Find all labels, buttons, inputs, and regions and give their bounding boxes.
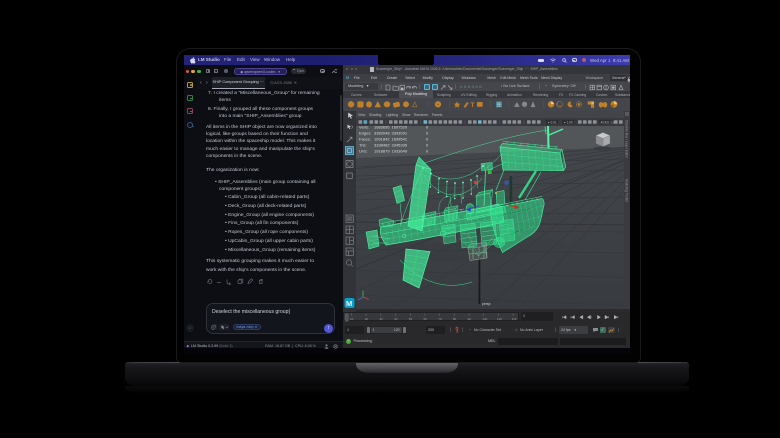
- svg-text:3345339: 3345339: [392, 143, 408, 148]
- svg-text:90: 90: [468, 317, 472, 321]
- svg-text:T: T: [471, 102, 475, 109]
- svg-text:30: 30: [379, 317, 383, 321]
- svg-text:1691842: 1691842: [374, 137, 390, 142]
- svg-text:3383048: 3383048: [374, 131, 390, 136]
- svg-text:Tris:: Tris:: [359, 143, 367, 148]
- svg-text:40: 40: [394, 317, 398, 321]
- svg-text:10: 10: [350, 317, 354, 321]
- svg-text:ACES 1.0: ACES 1.0: [601, 120, 615, 124]
- svg-text:UVs:: UVs:: [359, 149, 368, 154]
- svg-text:70: 70: [438, 317, 442, 321]
- svg-text:1933649: 1933649: [392, 149, 408, 154]
- svg-text:3393091: 3393091: [392, 131, 408, 136]
- svg-text:M: M: [346, 299, 352, 308]
- svg-text:Edges:: Edges:: [359, 131, 371, 136]
- svg-text:50: 50: [409, 317, 413, 321]
- svg-text:persp: persp: [482, 302, 491, 306]
- svg-text:60: 60: [424, 317, 428, 321]
- svg-text:▾ 1.00: ▾ 1.00: [564, 120, 573, 124]
- svg-text:1918879: 1918879: [374, 149, 390, 154]
- svg-text:▾ 0.01: ▾ 0.01: [548, 120, 557, 124]
- svg-text:110: 110: [497, 317, 502, 321]
- svg-text:20: 20: [365, 317, 369, 321]
- svg-text:100: 100: [482, 317, 487, 321]
- svg-text:1697520: 1697520: [392, 126, 408, 130]
- svg-text:1683695: 1683695: [374, 126, 390, 130]
- svg-text:80: 80: [453, 317, 457, 321]
- svg-text:1699541: 1699541: [392, 137, 408, 142]
- svg-text:3338482: 3338482: [374, 143, 390, 148]
- svg-text:Verts:: Verts:: [359, 126, 369, 130]
- svg-text:Faces:: Faces:: [359, 137, 371, 142]
- svg-text:115: 115: [512, 317, 517, 321]
